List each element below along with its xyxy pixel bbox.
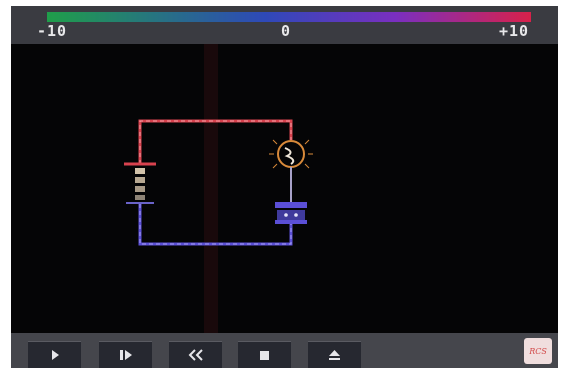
rewind-icon xyxy=(188,349,203,361)
simulator-screen: -10 0 +10 RCS xyxy=(11,6,558,368)
eject-icon xyxy=(329,350,340,360)
stop-button[interactable] xyxy=(238,341,291,368)
stop-icon xyxy=(260,350,269,360)
app-logo[interactable]: RCS xyxy=(524,338,552,364)
voltage-scale-header: -10 0 +10 xyxy=(11,6,558,44)
capacitor xyxy=(275,202,307,224)
battery xyxy=(124,162,156,204)
voltage-color-scale xyxy=(47,12,531,22)
circuit-diagram xyxy=(124,44,313,333)
step-forward-icon xyxy=(119,350,132,360)
light-bulb xyxy=(269,139,313,204)
scale-max-label: +10 xyxy=(499,22,530,40)
eject-button[interactable] xyxy=(308,341,361,368)
scale-min-label: -10 xyxy=(37,22,68,40)
logo-text: RCS xyxy=(529,346,547,356)
scale-mid-label: 0 xyxy=(281,22,292,40)
play-button[interactable] xyxy=(28,341,81,368)
playback-controls: RCS xyxy=(11,333,558,368)
circuit-canvas xyxy=(11,44,558,333)
play-icon xyxy=(51,350,59,360)
step-button[interactable] xyxy=(99,341,152,368)
rewind-button[interactable] xyxy=(169,341,222,368)
